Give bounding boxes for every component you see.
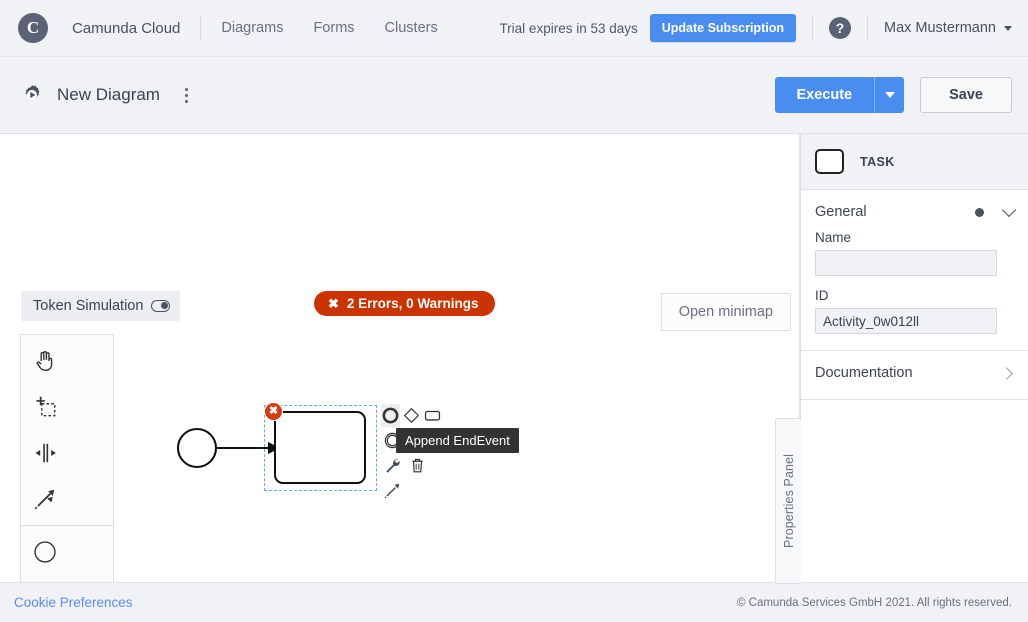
- kebab-dot-1: [185, 87, 189, 91]
- diagram-title[interactable]: New Diagram: [57, 85, 160, 105]
- task-shape[interactable]: [274, 411, 366, 484]
- append-intermediate-event-icon[interactable]: [381, 429, 404, 452]
- update-subscription-button[interactable]: Update Subscription: [649, 14, 796, 42]
- token-simulation-label: Token Simulation: [33, 298, 144, 314]
- chevron-down-icon: [884, 92, 895, 98]
- save-button[interactable]: Save: [920, 77, 1012, 113]
- context-pad-row-4: [380, 478, 442, 503]
- properties-panel-tab-label: Properties Panel: [781, 453, 796, 549]
- properties-panel-tab[interactable]: Properties Panel: [775, 418, 801, 584]
- nav-link-diagrams[interactable]: Diagrams: [221, 20, 283, 36]
- close-x-icon: ✖: [328, 296, 339, 311]
- append-gateway-icon[interactable]: [402, 404, 421, 427]
- intermediate-event-icon[interactable]: [21, 575, 68, 582]
- bpmn-diagram: ✖ Append EndEvent: [0, 134, 799, 582]
- general-group-title: General: [815, 204, 867, 220]
- nav-divider-3: [866, 15, 868, 41]
- append-end-event-icon[interactable]: [381, 404, 400, 427]
- hand-tool-icon[interactable]: [21, 338, 68, 384]
- context-pad-row-3: [380, 453, 442, 478]
- name-input[interactable]: [815, 250, 997, 276]
- cookie-preferences-link[interactable]: Cookie Preferences: [14, 595, 133, 610]
- chevron-down-icon[interactable]: [1001, 202, 1017, 218]
- properties-panel-element-type: TASK: [860, 154, 895, 169]
- error-marker-icon[interactable]: ✖: [264, 402, 283, 421]
- sequence-flow-arrow: [268, 442, 280, 454]
- brand-title[interactable]: Camunda Cloud: [72, 20, 180, 37]
- selection-outline: [264, 405, 377, 491]
- trial-status-text: Trial expires in 53 days: [499, 20, 638, 36]
- copyright-text: © Camunda Services GmbH 2021. All rights…: [736, 596, 1012, 609]
- task-shape-icon: [815, 149, 844, 174]
- execute-button[interactable]: Execute: [774, 77, 875, 113]
- toggle-switch-icon[interactable]: [151, 300, 171, 312]
- camunda-logo-icon[interactable]: C: [18, 13, 48, 43]
- start-event-icon[interactable]: [21, 529, 68, 575]
- top-navigation-bar: C Camunda Cloud Diagrams Forms Clusters …: [0, 0, 1028, 57]
- bpmn-canvas[interactable]: Token Simulation ✖ 2 Errors, 0 Warnings …: [0, 134, 800, 582]
- more-vertical-icon[interactable]: [178, 85, 196, 105]
- delete-trash-icon[interactable]: [406, 454, 429, 477]
- palette-divider: [21, 525, 113, 526]
- execute-dropdown-button[interactable]: [874, 77, 905, 113]
- id-input[interactable]: [815, 308, 997, 334]
- error-badge-text: 2 Errors, 0 Warnings: [346, 296, 479, 311]
- properties-divider-2: [801, 399, 1028, 400]
- page-footer: Cookie Preferences © Camunda Services Gm…: [0, 582, 1028, 622]
- context-pad[interactable]: [380, 403, 442, 503]
- gear-play-icon: [20, 83, 44, 107]
- nav-divider: [200, 15, 202, 41]
- kebab-dot-3: [185, 99, 189, 103]
- properties-panel-body: General Name ID Documentation: [801, 190, 1028, 582]
- camunda-logo-letter: C: [26, 17, 40, 37]
- open-minimap-button[interactable]: Open minimap: [660, 293, 791, 331]
- documentation-group-title: Documentation: [815, 365, 913, 381]
- app-root: C Camunda Cloud Diagrams Forms Clusters …: [0, 0, 1028, 622]
- diagram-toolbar: New Diagram Execute Save: [0, 57, 1028, 134]
- execute-button-group: Execute: [774, 77, 905, 113]
- status-badge[interactable]: ✖ 2 Errors, 0 Warnings: [314, 291, 496, 316]
- append-task-icon[interactable]: [423, 404, 442, 427]
- nav-divider-2: [811, 15, 813, 41]
- id-field-group: ID: [801, 288, 1028, 346]
- connect-arrow-icon[interactable]: [381, 479, 404, 502]
- context-pad-row-2: [380, 428, 442, 453]
- context-pad-row-1: [380, 403, 442, 428]
- documentation-group-header[interactable]: Documentation: [801, 351, 1028, 395]
- nav-link-forms[interactable]: Forms: [313, 20, 354, 36]
- wrench-icon[interactable]: [381, 454, 404, 477]
- global-connect-tool-icon[interactable]: [21, 476, 68, 522]
- name-field-label: Name: [815, 230, 852, 245]
- section-indicator-dot: [975, 207, 984, 217]
- user-menu-label[interactable]: Max Mustermann: [884, 20, 996, 36]
- lasso-tool-icon[interactable]: [21, 384, 68, 430]
- id-field-label: ID: [815, 288, 829, 303]
- kebab-dot-2: [185, 93, 189, 97]
- space-tool-icon[interactable]: [21, 430, 68, 476]
- name-field-group: Name: [801, 230, 1028, 288]
- general-group-header[interactable]: General: [801, 190, 1028, 230]
- nav-link-clusters[interactable]: Clusters: [385, 20, 438, 36]
- editor-body: Token Simulation ✖ 2 Errors, 0 Warnings …: [0, 134, 1028, 584]
- chevron-down-icon[interactable]: [1004, 25, 1012, 31]
- properties-panel-header: TASK: [801, 134, 1028, 190]
- start-event-shape: [176, 427, 218, 469]
- help-icon[interactable]: ?: [828, 17, 851, 39]
- bpmn-palette[interactable]: [20, 334, 114, 582]
- chevron-right-icon[interactable]: [1000, 366, 1013, 380]
- properties-panel: TASK General Name ID Docu: [800, 134, 1028, 582]
- token-simulation-toggle[interactable]: Token Simulation: [21, 291, 181, 321]
